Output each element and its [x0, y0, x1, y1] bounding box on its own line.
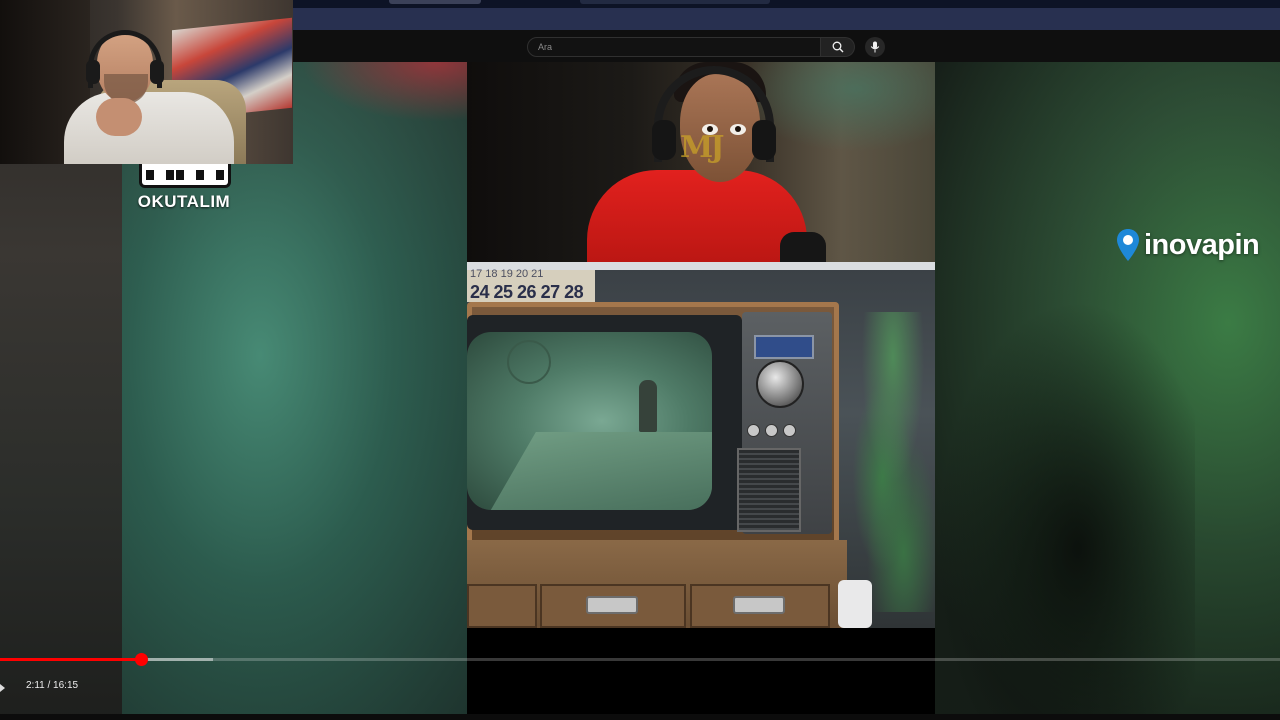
microphone-icon: [870, 41, 880, 53]
tv-speaker-grill: [737, 448, 801, 532]
tv-button: [765, 424, 778, 437]
time-display: 2:11 / 16:15: [26, 680, 79, 691]
background-glow: [300, 62, 470, 122]
drawer-handle: [586, 596, 638, 614]
headset-earcup: [752, 120, 776, 160]
qr-module: [186, 169, 194, 180]
plant-pot: [838, 580, 872, 628]
qr-module: [156, 169, 164, 180]
room-floor: [478, 432, 712, 510]
tv-screen: [467, 332, 712, 510]
sponsor-name: inovapin: [1144, 228, 1260, 261]
browser-tab[interactable]: [389, 0, 481, 4]
ceiling-fan: [507, 340, 551, 384]
search-icon: [832, 41, 843, 53]
search-placeholder: Ara: [538, 42, 553, 52]
house-plant: [830, 312, 935, 612]
qr-module: [216, 169, 224, 180]
volume-icon[interactable]: [0, 684, 6, 692]
drawer-handle: [733, 596, 785, 614]
background-shade: [935, 300, 1195, 714]
browser-tab[interactable]: [580, 0, 770, 4]
webcam-person-hand: [96, 98, 142, 136]
tv-channel-display: [754, 335, 814, 359]
browser-toolbar: [293, 8, 1280, 30]
webcam-overlay: [0, 0, 293, 164]
headset-earcup: [86, 60, 100, 84]
qr-module: [146, 169, 154, 180]
search-button[interactable]: [821, 37, 855, 57]
calendar-row-top: 17 18 19 20 21: [470, 268, 544, 280]
bottom-bar: [0, 714, 1280, 720]
headset-earcup: [150, 60, 164, 84]
qr-code: [139, 164, 231, 188]
qr-module: [196, 169, 204, 180]
progress-played: [0, 658, 142, 661]
calendar-row: 24 25 26 27 28: [470, 282, 584, 302]
security-camera-figure: [639, 380, 657, 432]
search-input[interactable]: Ara: [527, 37, 821, 57]
webcam-person-body: [64, 92, 234, 164]
screen: Ara MJ 17 18 19 20 21 24 25 26 27 28 OKU…: [0, 0, 1280, 720]
sponsor-logo: inovapin: [1116, 228, 1260, 262]
tv-button: [747, 424, 760, 437]
tv-dial-knob: [756, 360, 804, 408]
qr-module: [206, 169, 214, 180]
qr-caption: OKUTALIM: [137, 192, 231, 211]
tv-button: [783, 424, 796, 437]
qr-module: [166, 169, 174, 180]
cabinet-drawer: [467, 584, 537, 628]
headset-earcup: [652, 120, 676, 160]
location-pin-icon: [1117, 229, 1139, 261]
streamer-shirt: [587, 170, 807, 270]
voice-search-button[interactable]: [865, 37, 885, 57]
qr-module: [176, 169, 184, 180]
channel-watermark: MJ: [680, 130, 724, 165]
microphone: [780, 232, 826, 264]
